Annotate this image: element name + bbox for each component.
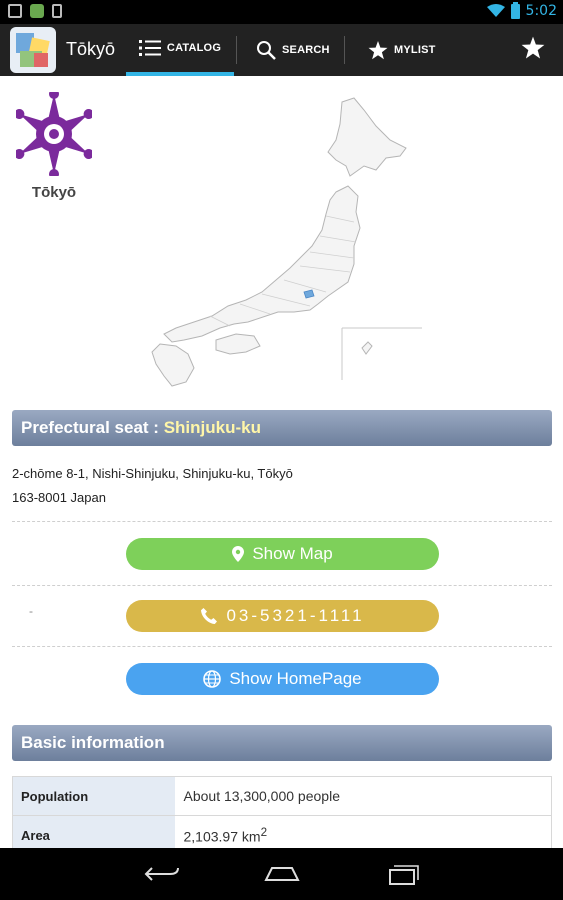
notification-icons bbox=[8, 4, 62, 18]
prefecture-emblem-icon bbox=[16, 92, 92, 176]
basic-information-table: Population About 13,300,000 people Area … bbox=[12, 776, 552, 848]
prefectural-seat-header: Prefectural seat : Shinjuku-ku bbox=[12, 410, 552, 446]
area-value: 2,103.97 km bbox=[183, 828, 261, 845]
phone-number: 03-5321-1111 bbox=[226, 606, 365, 625]
star-icon bbox=[368, 40, 388, 59]
tab-divider bbox=[344, 36, 345, 64]
device-notification-icon bbox=[52, 4, 62, 18]
table-row: Area 2,103.97 km2 bbox=[12, 815, 552, 848]
seat-value: Shinjuku-ku bbox=[163, 418, 261, 437]
clock: 5:02 bbox=[525, 3, 557, 19]
divider bbox=[12, 646, 552, 647]
tab-catalog-label: CATALOG bbox=[166, 42, 222, 54]
tab-search-label: SEARCH bbox=[282, 44, 330, 56]
row-key: Area bbox=[12, 815, 175, 848]
show-homepage-label: Show HomePage bbox=[229, 669, 362, 688]
row-value-area: 2,103.97 km2 bbox=[174, 815, 552, 848]
image-notification-icon bbox=[8, 4, 22, 18]
tab-search[interactable]: SEARCH bbox=[256, 24, 330, 76]
status-bar: 5:02 bbox=[0, 0, 563, 24]
show-map-label: Show Map bbox=[252, 544, 333, 563]
tab-mylist-label: MYLIST bbox=[394, 44, 436, 56]
address-line-1: 2-chōme 8-1, Nishi-Shinjuku, Shinjuku-ku… bbox=[12, 466, 293, 481]
basic-information-title: Basic information bbox=[21, 733, 165, 752]
recent-apps-icon[interactable] bbox=[382, 862, 422, 886]
prefecture-name: Tōkyō bbox=[31, 184, 77, 201]
globe-icon bbox=[203, 670, 222, 688]
home-icon[interactable] bbox=[262, 862, 302, 886]
show-map-button[interactable]: Show Map bbox=[126, 538, 439, 570]
navigation-bar bbox=[0, 848, 563, 900]
favorite-star-icon[interactable] bbox=[521, 36, 545, 60]
seat-label: Prefectural seat : bbox=[21, 418, 164, 437]
area-unit-superscript: 2 bbox=[260, 825, 268, 839]
divider bbox=[12, 585, 552, 586]
japan-map bbox=[151, 97, 422, 387]
action-bar: Tōkyō CATALOG SEARCH MYLIST bbox=[0, 24, 563, 76]
app-logo-icon[interactable] bbox=[10, 27, 56, 73]
basic-information-header: Basic information bbox=[12, 725, 552, 761]
list-icon bbox=[138, 40, 161, 56]
minus-mark: - bbox=[29, 604, 33, 618]
address: 2-chōme 8-1, Nishi-Shinjuku, Shinjuku-ku… bbox=[12, 462, 293, 510]
app-notification-icon bbox=[30, 4, 44, 18]
show-homepage-button[interactable]: Show HomePage bbox=[126, 663, 439, 695]
back-icon[interactable] bbox=[142, 862, 182, 886]
basic-information-table-viewport[interactable]: Population About 13,300,000 people Area … bbox=[0, 776, 563, 848]
tab-divider bbox=[236, 36, 237, 64]
phone-icon bbox=[201, 608, 218, 624]
tab-catalog[interactable]: CATALOG bbox=[126, 24, 234, 76]
phone-button[interactable]: 03-5321-1111 bbox=[126, 600, 439, 632]
row-key: Population bbox=[12, 776, 175, 816]
address-line-2: 163-8001 Japan bbox=[12, 490, 106, 505]
battery-icon bbox=[510, 1, 520, 19]
divider bbox=[12, 521, 552, 522]
tab-mylist[interactable]: MYLIST bbox=[368, 24, 436, 76]
app-title: Tōkyō bbox=[66, 39, 116, 59]
map-pin-icon bbox=[232, 546, 245, 562]
system-icons: 5:02 bbox=[486, 1, 557, 19]
table-row: Population About 13,300,000 people bbox=[12, 776, 552, 816]
wifi-icon bbox=[486, 4, 505, 17]
row-value: About 13,300,000 people bbox=[174, 776, 552, 816]
search-icon bbox=[257, 41, 276, 60]
